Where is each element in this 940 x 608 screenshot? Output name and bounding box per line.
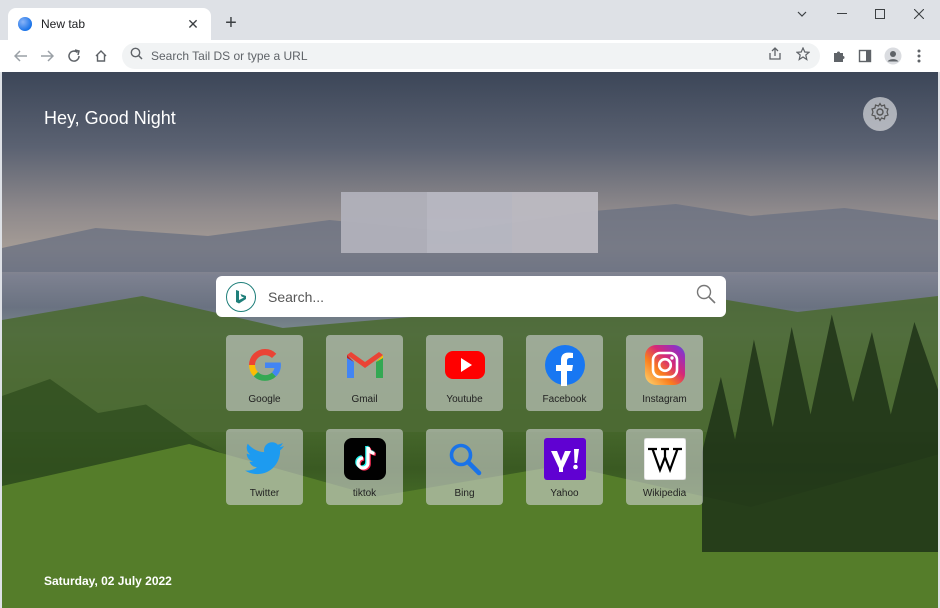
tile-label: Yahoo <box>550 488 579 499</box>
new-tab-page: Hey, Good Night Search... Google Gmail Y… <box>2 72 938 608</box>
gear-icon <box>870 101 890 127</box>
tile-label: Instagram <box>642 394 687 405</box>
minimize-icon[interactable] <box>822 0 862 28</box>
bing-search-icon <box>443 437 487 481</box>
globe-icon <box>18 17 32 31</box>
back-icon[interactable] <box>8 43 34 69</box>
yahoo-icon <box>543 437 587 481</box>
tile-label: Google <box>248 394 281 405</box>
google-icon <box>243 343 287 387</box>
greeting: Hey, Good Night <box>44 108 176 128</box>
shortcut-bing[interactable]: Bing <box>426 429 503 505</box>
logo-placeholder <box>341 192 599 253</box>
tile-label: Gmail <box>351 394 378 405</box>
tile-label: tiktok <box>352 488 377 499</box>
tile-label: Youtube <box>446 394 483 405</box>
search-magnifier-icon[interactable] <box>696 284 716 309</box>
share-icon[interactable] <box>768 46 782 66</box>
bing-logo-icon <box>226 281 256 312</box>
shortcut-twitter[interactable]: Twitter <box>226 429 303 505</box>
close-tab-icon[interactable]: ✕ <box>185 16 201 33</box>
close-window-icon[interactable] <box>899 0 939 28</box>
side-panel-icon[interactable] <box>852 43 878 69</box>
youtube-icon <box>443 343 487 387</box>
gmail-icon <box>343 343 387 387</box>
wikipedia-icon <box>643 437 687 481</box>
bookmark-star-icon[interactable] <box>795 46 811 66</box>
omnibox[interactable]: Search Tail DS or type a URL <box>122 43 820 69</box>
omnibox-placeholder: Search Tail DS or type a URL <box>151 49 308 63</box>
window-dropdown-icon[interactable] <box>782 0 822 28</box>
tab-strip: New tab ✕ + <box>0 0 940 40</box>
shortcut-instagram[interactable]: Instagram <box>626 335 703 411</box>
tile-label: Wikipedia <box>642 488 687 499</box>
tile-label: Facebook <box>542 394 587 405</box>
tile-label: Twitter <box>249 488 280 499</box>
twitter-icon <box>243 437 287 481</box>
search-icon <box>130 47 143 65</box>
tile-label: Bing <box>454 488 475 499</box>
shortcut-gmail[interactable]: Gmail <box>326 335 403 411</box>
home-icon[interactable] <box>88 43 114 69</box>
shortcut-tiktok[interactable]: tiktok <box>326 429 403 505</box>
shortcut-google[interactable]: Google <box>226 335 303 411</box>
shortcut-wikipedia[interactable]: Wikipedia <box>626 429 703 505</box>
shortcut-facebook[interactable]: Facebook <box>526 335 603 411</box>
date-display: Saturday, 02 July 2022 <box>44 574 172 588</box>
new-tab-button[interactable]: + <box>220 12 242 34</box>
instagram-icon <box>643 343 687 387</box>
maximize-icon[interactable] <box>860 0 900 28</box>
extensions-icon[interactable] <box>826 43 852 69</box>
reload-icon[interactable] <box>61 43 87 69</box>
shortcut-youtube[interactable]: Youtube <box>426 335 503 411</box>
tab-new-tab[interactable]: New tab ✕ <box>8 8 211 40</box>
facebook-icon <box>543 343 587 387</box>
more-menu-icon[interactable] <box>906 43 932 69</box>
tab-title: New tab <box>41 17 86 31</box>
shortcut-yahoo[interactable]: Yahoo <box>526 429 603 505</box>
search-input[interactable] <box>268 281 696 312</box>
settings-button[interactable] <box>863 97 897 131</box>
profile-avatar-icon[interactable] <box>880 43 906 69</box>
tiktok-icon <box>343 437 387 481</box>
browser-toolbar: Search Tail DS or type a URL <box>0 40 940 72</box>
web-search-box[interactable] <box>216 276 726 317</box>
forward-icon[interactable] <box>34 43 60 69</box>
